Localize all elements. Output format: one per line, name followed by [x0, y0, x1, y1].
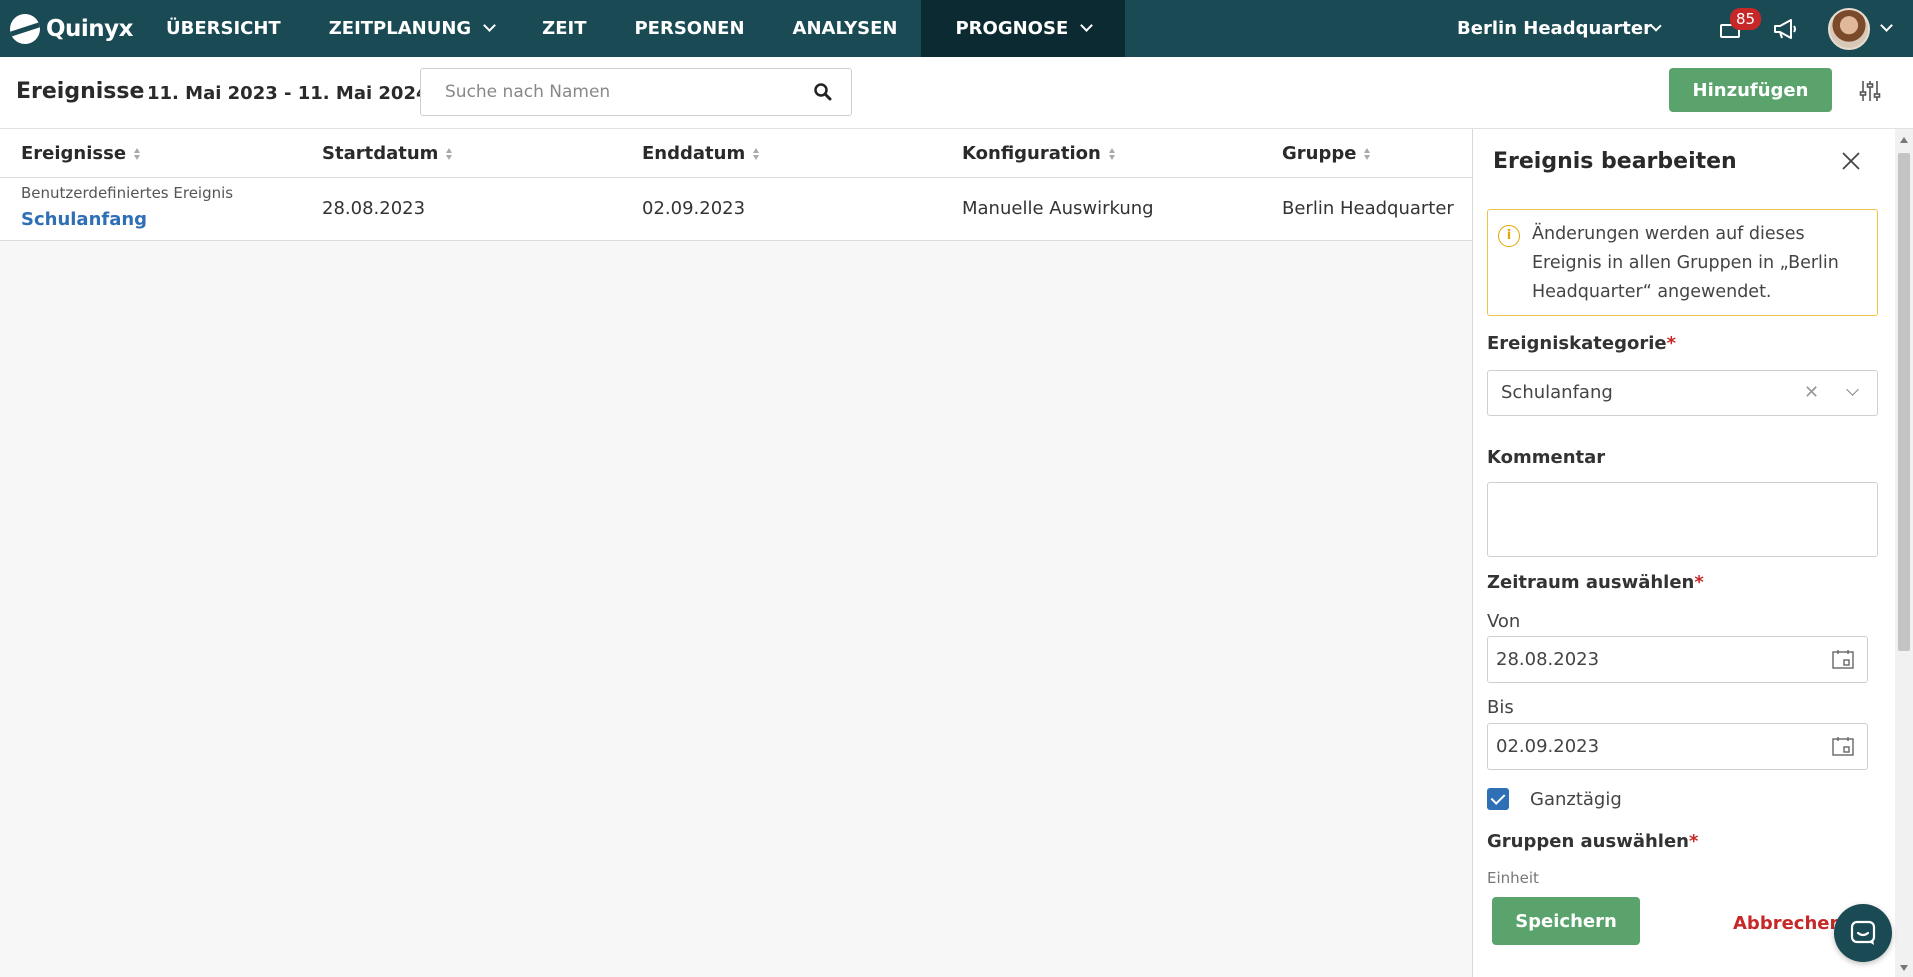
nav-item-zeit[interactable]: ZEIT: [518, 0, 610, 57]
panel-title: Ereignis bearbeiten: [1493, 149, 1737, 174]
date-range[interactable]: 11. Mai 2023 - 11. Mai 2024: [147, 83, 429, 104]
scroll-down-arrow[interactable]: [1900, 965, 1908, 971]
to-date-value: 02.09.2023: [1496, 736, 1600, 757]
from-date-input[interactable]: 28.08.2023: [1487, 636, 1868, 683]
search-input[interactable]: [421, 69, 781, 115]
column-header-gruppe[interactable]: Gruppe: [1282, 143, 1371, 164]
sort-icon: [1364, 147, 1371, 160]
nav-label: ÜBERSICHT: [166, 18, 281, 39]
search-box: [420, 68, 852, 116]
nav-right: Berlin Headquarter 85: [1457, 0, 1913, 57]
top-navbar: Quinyx ÜBERSICHT ZEITPLANUNG ZEIT PERSON…: [0, 0, 1913, 57]
nav-item-zeitplanung[interactable]: ZEITPLANUNG: [305, 0, 518, 57]
event-type: Benutzerdefiniertes Ereignis: [21, 184, 234, 202]
sort-icon: [1108, 147, 1116, 160]
info-icon: i: [1498, 225, 1520, 247]
close-icon[interactable]: [1839, 149, 1863, 173]
clear-icon[interactable]: ✕: [1804, 382, 1819, 403]
info-text: Änderungen werden auf dieses Ereignis in…: [1532, 224, 1839, 302]
quinyx-logo-icon: [10, 13, 40, 44]
nav-item-analysen[interactable]: ANALYSEN: [769, 0, 922, 57]
column-label: Gruppe: [1282, 143, 1357, 164]
megaphone-icon[interactable]: [1772, 18, 1798, 40]
location-selector[interactable]: Berlin Headquarter: [1457, 18, 1682, 39]
category-select[interactable]: Schulanfang ✕: [1487, 370, 1878, 416]
groups-label: Gruppen auswählen*: [1487, 831, 1698, 852]
end-date-cell: 02.09.2023: [642, 198, 746, 219]
page-header: Ereignisse 11. Mai 2023 - 11. Mai 2024 H…: [0, 57, 1913, 129]
from-label: Von: [1487, 611, 1521, 632]
chat-icon: [1850, 920, 1876, 945]
column-header-konfiguration[interactable]: Konfiguration: [962, 143, 1116, 164]
sort-icon: [446, 147, 453, 160]
to-label: Bis: [1487, 697, 1514, 718]
required-mark: *: [1666, 333, 1676, 354]
sliders-icon[interactable]: [1858, 79, 1882, 103]
label-text: Zeitraum auswählen: [1487, 572, 1695, 593]
scroll-up-arrow[interactable]: [1900, 137, 1908, 143]
mail-count-badge: 85: [1730, 7, 1762, 30]
nav-item-personen[interactable]: PERSONEN: [610, 0, 768, 57]
quinyx-logo[interactable]: Quinyx: [0, 0, 142, 57]
nav-label: PROGNOSE: [955, 18, 1069, 39]
comment-textarea[interactable]: [1487, 482, 1878, 557]
table-row[interactable]: Benutzerdefiniertes Ereignis Schulanfang…: [0, 178, 1472, 241]
sort-icon: [134, 147, 141, 160]
chevron-down-icon: [1080, 19, 1094, 32]
calendar-icon[interactable]: [1832, 736, 1854, 756]
scrollbar[interactable]: [1895, 129, 1913, 977]
comment-label: Kommentar: [1487, 447, 1606, 468]
edit-event-panel: Ereignis bearbeiten i Änderungen werden …: [1472, 129, 1913, 977]
sort-icon: [753, 147, 760, 160]
chevron-down-icon[interactable]: [1846, 383, 1859, 396]
search-icon[interactable]: [813, 82, 833, 102]
chevron-down-icon: [483, 19, 497, 32]
column-label: Enddatum: [642, 143, 746, 164]
all-day-label[interactable]: Ganztägig: [1530, 789, 1622, 810]
scrollbar-thumb[interactable]: [1898, 153, 1910, 651]
info-notice: i Änderungen werden auf dieses Ereignis …: [1487, 209, 1878, 316]
calendar-icon[interactable]: [1832, 649, 1854, 669]
location-label: Berlin Headquarter: [1457, 18, 1652, 39]
nav-item-uebersicht[interactable]: ÜBERSICHT: [142, 0, 305, 57]
label-text: Ereigniskategorie: [1487, 333, 1667, 354]
group-cell: Berlin Headquarter: [1282, 198, 1454, 219]
unit-label: Einheit: [1487, 869, 1539, 887]
column-label: Startdatum: [322, 143, 439, 164]
user-avatar[interactable]: [1828, 7, 1870, 50]
event-name-link[interactable]: Schulanfang: [21, 209, 147, 230]
to-date-input[interactable]: 02.09.2023: [1487, 723, 1868, 770]
label-text: Gruppen auswählen: [1487, 831, 1689, 852]
required-mark: *: [1688, 831, 1699, 852]
cancel-button[interactable]: Abbrechen: [1733, 913, 1842, 934]
chat-button[interactable]: [1834, 904, 1892, 962]
column-header-startdatum[interactable]: Startdatum: [322, 143, 453, 164]
start-date-cell: 28.08.2023: [322, 198, 426, 219]
period-label: Zeitraum auswählen*: [1487, 572, 1704, 593]
category-value: Schulanfang: [1501, 382, 1613, 403]
page-title: Ereignisse: [16, 79, 145, 104]
required-mark: *: [1694, 572, 1704, 593]
category-label: Ereigniskategorie*: [1487, 333, 1676, 354]
nav-item-prognose[interactable]: PROGNOSE: [921, 0, 1126, 57]
from-date-value: 28.08.2023: [1496, 649, 1600, 670]
column-header-ereignisse[interactable]: Ereignisse: [21, 143, 141, 164]
chevron-down-icon[interactable]: [1880, 19, 1893, 32]
save-button[interactable]: Speichern: [1492, 897, 1640, 945]
nav-label: ANALYSEN: [792, 18, 898, 39]
mail-button[interactable]: 85: [1720, 7, 1762, 38]
nav-label: ZEITPLANUNG: [328, 18, 472, 39]
nav-label: ZEIT: [542, 18, 587, 39]
configuration-cell: Manuelle Auswirkung: [962, 198, 1154, 219]
logo-text: Quinyx: [46, 15, 134, 42]
column-label: Konfiguration: [962, 143, 1101, 164]
add-button[interactable]: Hinzufügen: [1669, 68, 1832, 112]
column-header-enddatum[interactable]: Enddatum: [642, 143, 760, 164]
nav-label: PERSONEN: [634, 18, 745, 39]
chevron-down-icon: [1650, 19, 1662, 32]
all-day-checkbox[interactable]: [1487, 788, 1509, 810]
events-table: Ereignisse Startdatum Enddatum Konfigura…: [0, 129, 1472, 241]
column-label: Ereignisse: [21, 143, 127, 164]
table-header: Ereignisse Startdatum Enddatum Konfigura…: [0, 129, 1472, 178]
